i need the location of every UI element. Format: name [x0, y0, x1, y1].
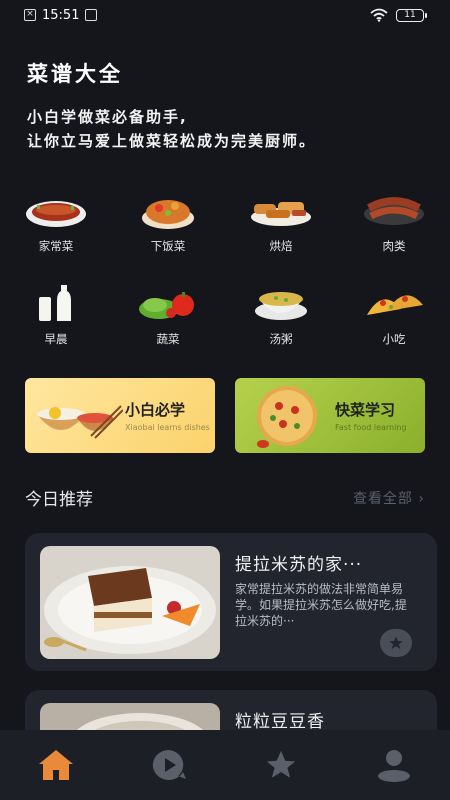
bottom-tab-bar: [0, 730, 450, 800]
page-title: 菜谱大全: [27, 62, 123, 86]
category-baking[interactable]: 烘焙: [243, 190, 319, 254]
status-right: 11: [370, 8, 427, 22]
soup-bowl-icon: [248, 283, 314, 323]
category-label: 家常菜: [38, 239, 74, 253]
promo-subtitle: Xiaobai learns dishes: [125, 423, 210, 432]
play-icon: [152, 749, 186, 780]
promo-subtitle: Fast food learning: [335, 423, 407, 432]
today-recommend-header: 今日推荐 查看全部 ›: [25, 485, 425, 510]
vegetables-icon: [135, 283, 201, 323]
category-vegetables[interactable]: 蔬菜: [130, 283, 206, 347]
category-meat[interactable]: 肉类: [356, 190, 432, 254]
bowls-illustration: [37, 405, 123, 439]
screen-icon: [85, 9, 98, 21]
star-icon: [389, 636, 403, 649]
see-all-link[interactable]: 查看全部 ›: [353, 488, 425, 508]
tab-home[interactable]: [26, 735, 86, 795]
section-title: 今日推荐: [25, 490, 93, 510]
recipe-image: [40, 546, 220, 659]
subtitle-line-1: 小白学做菜必备助手,: [27, 108, 188, 126]
promo-title: 快菜学习: [335, 401, 396, 419]
home-icon: [39, 750, 74, 780]
category-label: 下饭菜: [150, 239, 186, 253]
star-icon: [267, 750, 296, 778]
baked-goods-icon: [248, 190, 314, 230]
category-breakfast[interactable]: 早晨: [18, 283, 94, 347]
tab-favorites[interactable]: [251, 735, 311, 795]
promo-title: 小白必学: [125, 401, 186, 419]
tab-video[interactable]: [139, 735, 199, 795]
recipe-card[interactable]: 提拉米苏的家··· 家常提拉米苏的做法非常简单易学。如果提拉米苏怎么做好吃,提拉…: [25, 533, 437, 671]
recipe-title: 粒粒豆豆香: [235, 712, 325, 732]
category-snacks[interactable]: 小吃: [356, 283, 432, 347]
recipe-title: 提拉米苏的家···: [235, 555, 363, 575]
taco-icon: [361, 283, 427, 323]
category-label: 汤粥: [269, 332, 293, 346]
user-icon: [377, 750, 410, 782]
promo-fast-food-banner[interactable]: 快菜学习 Fast food learning: [235, 378, 425, 453]
category-label: 肉类: [382, 239, 406, 253]
pizza-illustration: [257, 386, 317, 448]
category-rice-dishes[interactable]: 下饭菜: [130, 190, 206, 254]
sausage-icon: [361, 190, 427, 230]
category-soup[interactable]: 汤粥: [243, 283, 319, 347]
wifi-icon: [370, 8, 388, 22]
category-label: 烘焙: [269, 239, 293, 253]
stew-dish-icon: [135, 190, 201, 230]
category-home-cooking[interactable]: 家常菜: [18, 190, 94, 254]
promo-beginner-banner[interactable]: 小白必学 Xiaobai learns dishes: [25, 378, 215, 453]
notification-close-icon: ×: [24, 9, 36, 21]
milk-icon: [23, 283, 89, 323]
status-time: 15:51: [42, 7, 80, 23]
category-label: 蔬菜: [156, 332, 180, 346]
recipe-description: 家常提拉米苏的做法非常简单易学。如果提拉米苏怎么做好吃,提拉米苏的···: [235, 582, 407, 628]
status-bar: × 15:51 11: [0, 0, 450, 30]
subtitle-line-2: 让你立马爱上做菜轻松成为完美厨师。: [27, 132, 317, 150]
status-left: × 15:51: [24, 7, 98, 23]
category-label: 早晨: [44, 332, 68, 346]
favorite-button[interactable]: [380, 629, 412, 657]
fish-dish-icon: [23, 190, 89, 230]
category-label: 小吃: [382, 332, 406, 346]
tab-profile[interactable]: [364, 735, 424, 795]
battery-icon: 11: [396, 8, 427, 22]
